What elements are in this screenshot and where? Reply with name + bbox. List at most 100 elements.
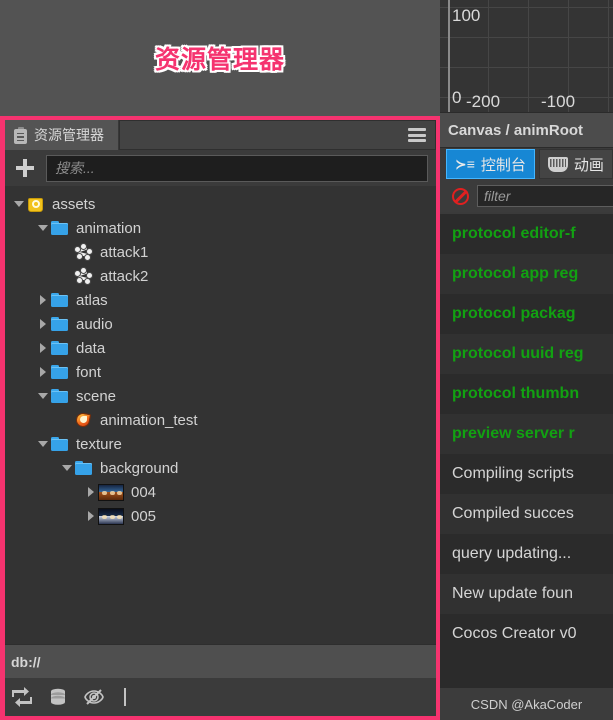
tree-row-label: data [76, 339, 106, 357]
grid-line-horizontal [440, 37, 613, 38]
tree-row-label: assets [52, 195, 96, 213]
console-log-text: New update foun [452, 585, 573, 602]
chevron-right-icon[interactable] [84, 504, 98, 528]
chevron-right-icon[interactable] [36, 312, 50, 336]
clear-console-icon[interactable] [452, 187, 469, 205]
asset-tree[interactable]: assets animation attack1 attack2 atlas audio d… [4, 186, 436, 644]
plus-icon[interactable] [12, 155, 38, 181]
texture-thumbnail-icon [98, 483, 124, 501]
tree-row-label: 005 [131, 507, 157, 525]
console-log-row[interactable]: Compiling scripts [440, 454, 613, 494]
tree-row-label: background [100, 459, 179, 477]
console-log-row[interactable]: Cocos Creator v0 [440, 614, 613, 654]
tab-animation[interactable]: 动画 [538, 149, 613, 179]
clipboard-icon [14, 126, 27, 144]
console-log-text: Compiled succes [452, 505, 574, 522]
assets-explorer-panel: 资源管理器 assets animation attack1 attack2 atlas… [4, 120, 436, 716]
console-log-row[interactable]: protocol uuid reg [440, 334, 613, 374]
tree-row-label: texture [76, 435, 122, 453]
console-log-row[interactable]: protocol editor-f [440, 214, 613, 254]
chevron-right-icon[interactable] [84, 480, 98, 504]
tree-row[interactable]: animation [4, 216, 436, 240]
search-input[interactable] [46, 154, 428, 182]
tab-label: 资源管理器 [34, 127, 104, 143]
console-icon: ≻≡ [455, 155, 475, 172]
chevron-down-icon[interactable] [36, 384, 50, 408]
chevron-right-icon[interactable] [36, 360, 50, 384]
node-path-bar: Canvas / animRoot [440, 112, 613, 148]
tree-row[interactable]: audio [4, 312, 436, 336]
tree-row-label: 004 [131, 483, 157, 501]
y-tick-label: 0 [452, 88, 462, 107]
console-log-list[interactable]: protocol editor-f protocol app reg protoco… [440, 214, 613, 688]
animation-editor-icon [547, 156, 568, 172]
tab-console-label: 控制台 [480, 156, 526, 174]
console-log-row[interactable]: protocol app reg [440, 254, 613, 294]
tree-row[interactable]: 004 [4, 480, 436, 504]
left-column: 资源管理器 资源管理器 搜索... assets animation attac… [0, 0, 440, 720]
folder-icon [50, 387, 69, 406]
tree-row-label: attack2 [100, 267, 149, 285]
console-log-row[interactable]: protocol packag [440, 294, 613, 334]
console-log-row[interactable]: New update foun [440, 574, 613, 614]
tree-row[interactable]: atlas [4, 288, 436, 312]
tab-animation-label: 动画 [573, 156, 604, 174]
console-log-text: preview server r [452, 425, 575, 442]
console-tab-bar: ≻≡ 控制台 动画 [440, 148, 613, 180]
animation-clip-icon [74, 242, 93, 262]
assets-icon [26, 195, 45, 214]
y-axis-line [448, 0, 450, 112]
tab-assets-explorer[interactable]: 资源管理器 [4, 120, 119, 150]
tree-row[interactable]: animation_test [4, 408, 436, 432]
console-log-row[interactable]: protocol thumbn [440, 374, 613, 414]
app-window: 资源管理器 资源管理器 搜索... assets animation attac… [0, 0, 613, 720]
console-log-row[interactable]: Compiled succes [440, 494, 613, 534]
tree-row-label: animation_test [100, 411, 198, 429]
console-log-text: protocol editor-f [452, 225, 576, 242]
path-bar: db:// [4, 644, 436, 678]
database-icon[interactable] [48, 687, 68, 707]
folder-icon [50, 435, 69, 454]
explorer-status-bar [4, 678, 436, 716]
tab-console[interactable]: ≻≡ 控制台 [446, 149, 535, 179]
x-tick-label: -200 [466, 92, 501, 111]
node-path-label: Canvas / animRoot [448, 121, 584, 139]
hamburger-menu-icon[interactable] [408, 128, 426, 142]
chevron-right-icon[interactable] [36, 336, 50, 360]
animation-clip-icon [74, 266, 93, 286]
tree-row[interactable]: scene [4, 384, 436, 408]
tree-row[interactable]: 005 [4, 504, 436, 528]
chevron-down-icon[interactable] [60, 456, 74, 480]
tree-row[interactable]: assets [4, 192, 436, 216]
status-bar-caret [124, 688, 126, 706]
folder-icon [50, 315, 69, 334]
chevron-down-icon[interactable] [36, 216, 50, 240]
x-tick-label: -100 [541, 92, 576, 111]
tree-row[interactable]: font [4, 360, 436, 384]
eye-off-icon[interactable] [84, 687, 104, 707]
console-log-row[interactable]: preview server r [440, 414, 613, 454]
filter-input[interactable] [477, 185, 613, 207]
folder-icon [50, 219, 69, 238]
console-log-row[interactable]: query updating... [440, 534, 613, 574]
chevron-right-icon[interactable] [36, 288, 50, 312]
console-log-text: protocol packag [452, 305, 576, 322]
chevron-down-icon[interactable] [12, 192, 26, 216]
tree-row[interactable]: texture [4, 432, 436, 456]
tree-row[interactable]: data [4, 336, 436, 360]
tree-row[interactable]: attack1 [4, 240, 436, 264]
sync-icon[interactable] [12, 687, 32, 707]
console-log-text: Compiling scripts [452, 465, 574, 482]
scene-grid-view[interactable]: 100 0 -200 -100 [440, 0, 613, 112]
tree-row[interactable]: attack2 [4, 264, 436, 288]
watermark-text: CSDN @AkaCoder [470, 696, 583, 712]
tree-row-label: audio [76, 315, 113, 333]
chevron-down-icon[interactable] [36, 432, 50, 456]
tree-row-label: scene [76, 387, 117, 405]
folder-icon [50, 339, 69, 358]
console-filter-bar [440, 180, 613, 212]
tree-row-label: attack1 [100, 243, 149, 261]
tree-row[interactable]: background [4, 456, 436, 480]
